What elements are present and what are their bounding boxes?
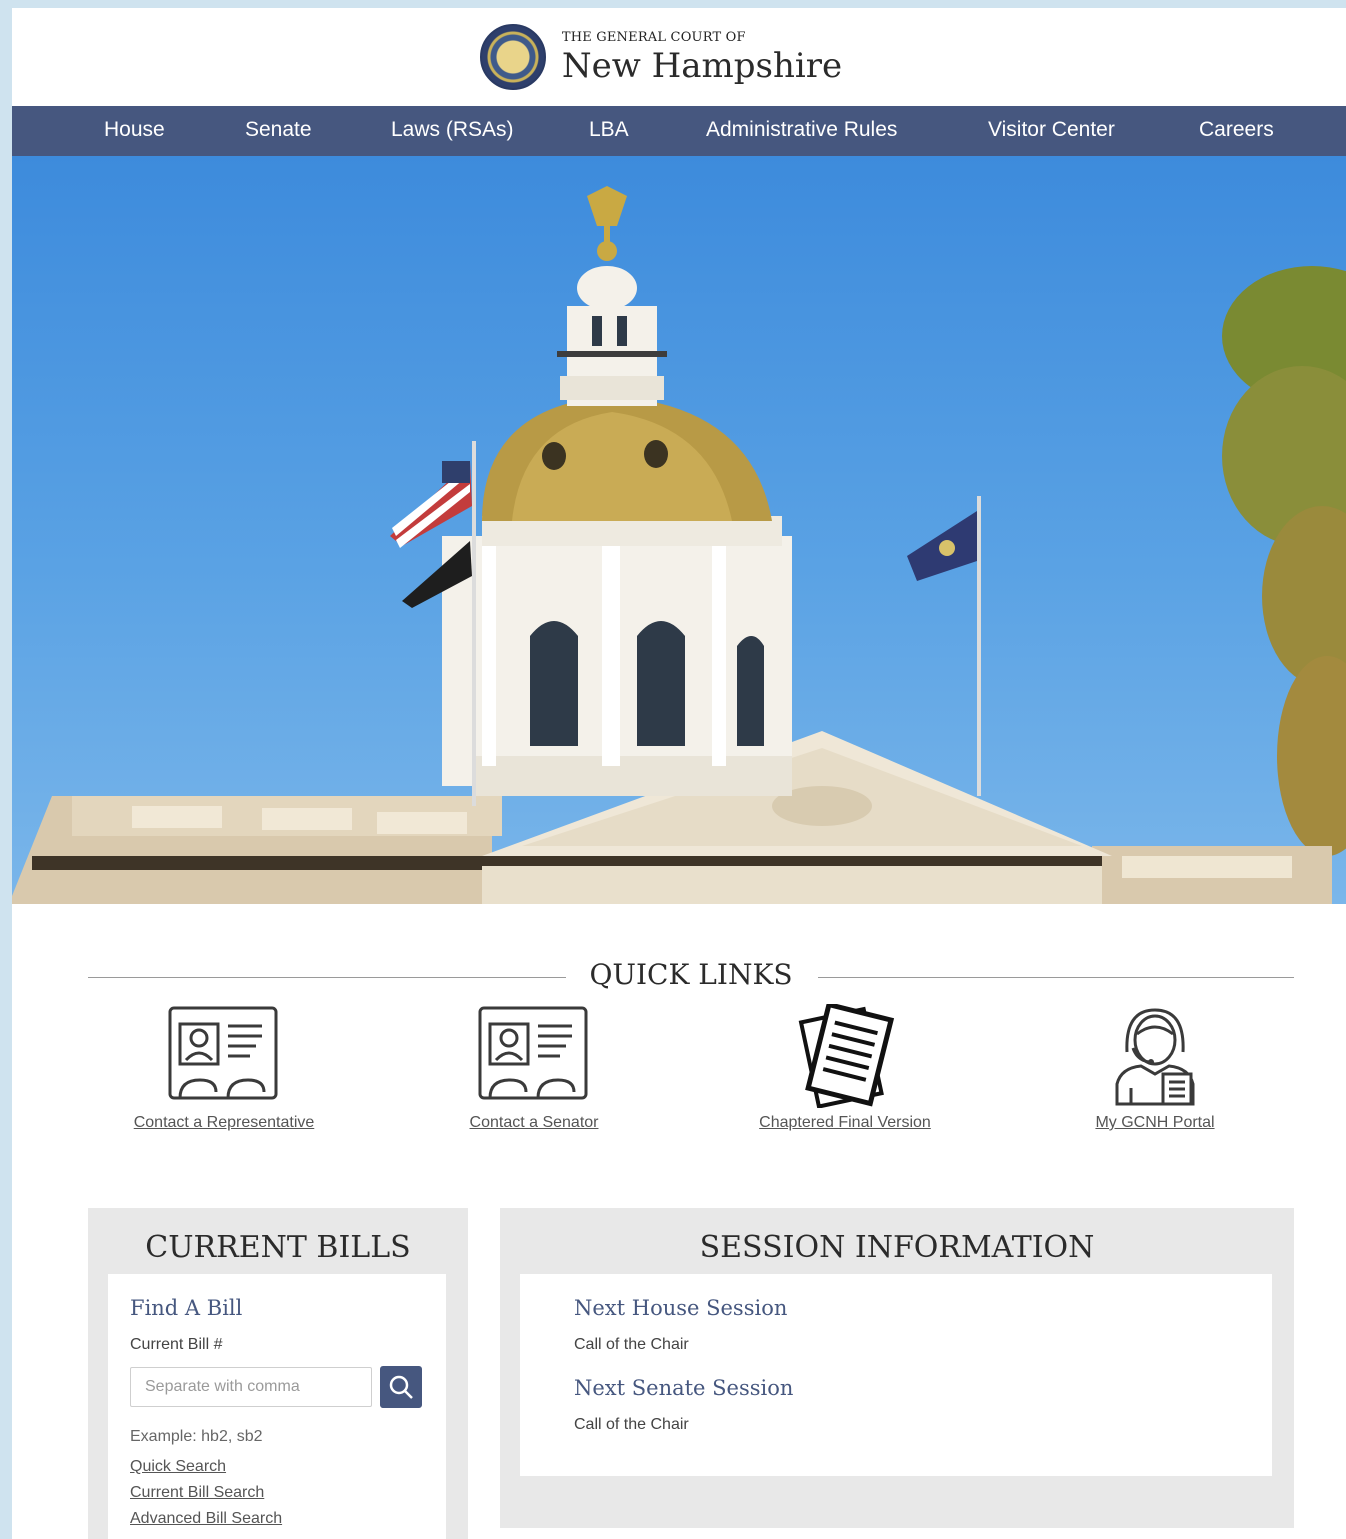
quick-link-chaptered-final-version[interactable]: Chaptered Final Version xyxy=(715,1004,975,1132)
session-info-panel: SESSION INFORMATION Next House Session C… xyxy=(500,1208,1294,1528)
quick-link-contact-senator[interactable]: Contact a Senator xyxy=(404,1004,664,1132)
bill-example-text: Example: hb2, sb2 xyxy=(130,1428,263,1445)
quick-link-label[interactable]: Contact a Senator xyxy=(404,1114,664,1132)
quick-link-my-gcnh-portal[interactable]: My GCNH Portal xyxy=(1025,1004,1285,1132)
next-house-session-heading: Next House Session xyxy=(574,1296,788,1320)
site-title-small: THE GENERAL COURT OF xyxy=(561,29,746,45)
support-agent-icon xyxy=(1115,1008,1195,1106)
quick-link-label[interactable]: Contact a Representative xyxy=(94,1114,354,1132)
nav-item-visitor-center[interactable]: Visitor Center xyxy=(988,118,1115,142)
hero-image xyxy=(12,156,1346,904)
current-bill-search-link[interactable]: Current Bill Search xyxy=(130,1480,424,1506)
quick-links-header: QUICK LINKS xyxy=(88,958,1294,998)
documents-icon xyxy=(798,1004,895,1108)
nav-item-administrative-rules[interactable]: Administrative Rules xyxy=(706,118,897,142)
main-nav: House Senate Laws (RSAs) LBA Administrat… xyxy=(12,106,1346,156)
session-info-box: Next House Session Call of the Chair Nex… xyxy=(520,1274,1272,1476)
quick-link-label[interactable]: My GCNH Portal xyxy=(1025,1114,1285,1132)
find-bill-heading: Find A Bill xyxy=(130,1296,243,1320)
state-seal-logo[interactable] xyxy=(479,24,546,90)
bill-number-input[interactable] xyxy=(130,1367,372,1407)
quick-links-title: QUICK LINKS xyxy=(589,958,793,991)
current-bill-label: Current Bill # xyxy=(130,1336,223,1353)
contact-card-icon xyxy=(168,1006,278,1100)
next-senate-session-heading: Next Senate Session xyxy=(574,1376,794,1400)
tree-foliage xyxy=(1222,266,1346,856)
find-bill-box: Find A Bill Current Bill # Example: hb2,… xyxy=(108,1274,446,1539)
contact-card-icon xyxy=(478,1006,588,1100)
site-title-big: New Hampshire xyxy=(561,45,843,86)
next-house-session-value: Call of the Chair xyxy=(574,1336,689,1353)
nav-item-laws[interactable]: Laws (RSAs) xyxy=(391,118,514,142)
current-bills-panel: CURRENT BILLS Find A Bill Current Bill #… xyxy=(88,1208,468,1539)
page: THE GENERAL COURT OF New Hampshire House… xyxy=(12,8,1346,1539)
site-header: THE GENERAL COURT OF New Hampshire xyxy=(12,8,1346,106)
state-house-illustration xyxy=(12,186,1346,904)
bill-search-row xyxy=(130,1366,424,1408)
nav-item-senate[interactable]: Senate xyxy=(245,118,312,142)
nav-item-careers[interactable]: Careers xyxy=(1199,118,1274,142)
bill-search-button[interactable] xyxy=(380,1366,422,1408)
current-bills-title: CURRENT BILLS xyxy=(145,1230,411,1265)
nav-item-lba[interactable]: LBA xyxy=(589,118,629,142)
advanced-bill-search-link[interactable]: Advanced Bill Search xyxy=(130,1506,424,1532)
search-icon xyxy=(389,1375,413,1399)
bill-search-links: Quick Search Current Bill Search Advance… xyxy=(130,1454,424,1532)
session-info-title: SESSION INFORMATION xyxy=(699,1230,1095,1265)
quick-search-link[interactable]: Quick Search xyxy=(130,1454,424,1480)
site-title[interactable]: THE GENERAL COURT OF New Hampshire xyxy=(562,30,842,85)
quick-link-label[interactable]: Chaptered Final Version xyxy=(715,1114,975,1132)
divider-right xyxy=(818,977,1294,978)
nav-item-house[interactable]: House xyxy=(104,118,165,142)
quick-link-contact-representative[interactable]: Contact a Representative xyxy=(94,1004,354,1132)
next-senate-session-value: Call of the Chair xyxy=(574,1416,689,1433)
